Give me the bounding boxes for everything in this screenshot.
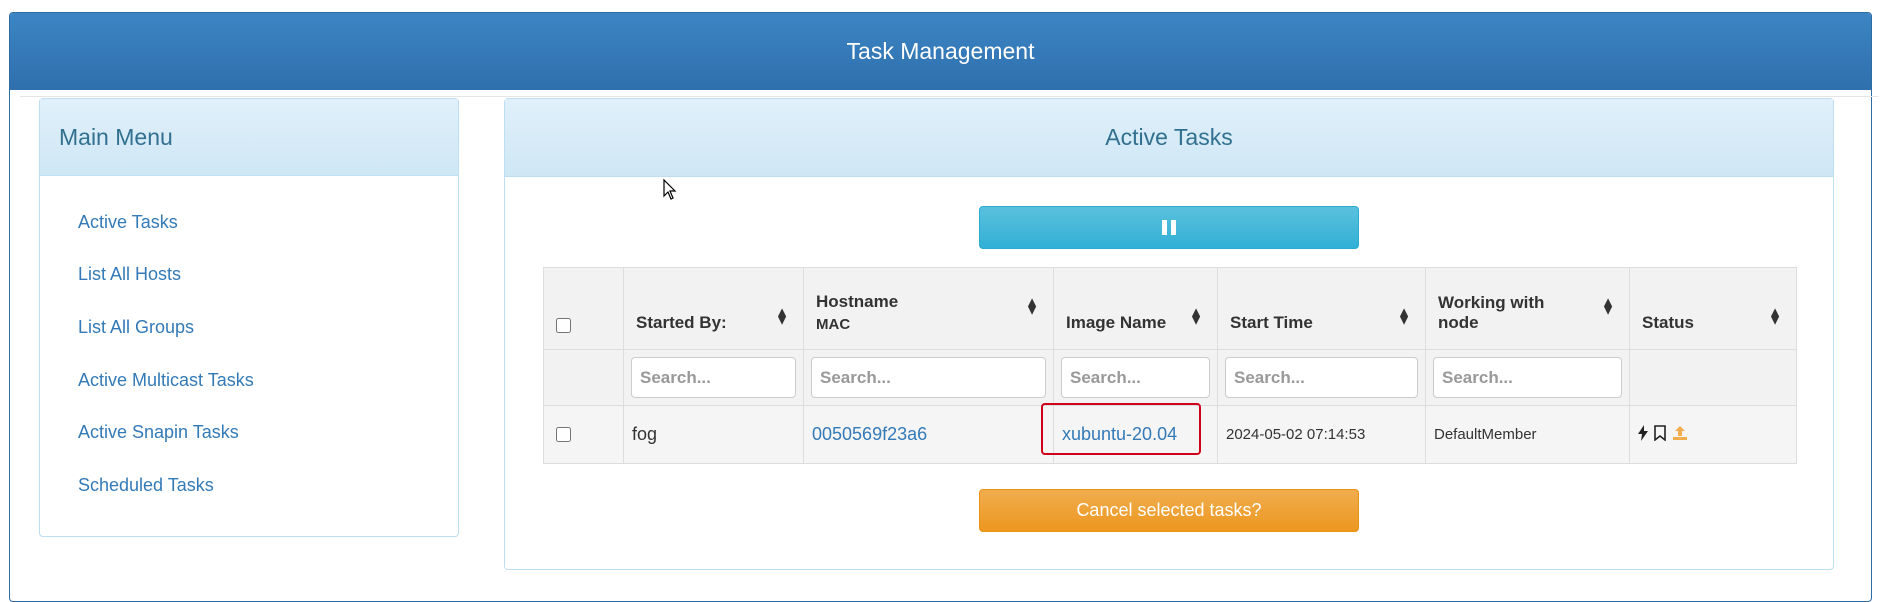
upload-icon (1672, 425, 1688, 445)
search-node-input[interactable] (1433, 357, 1622, 398)
menu-item-active-multicast-tasks: Active Multicast Tasks (40, 354, 458, 407)
sort-icon: ▲ ▼ (1397, 302, 1411, 327)
sort-icon: ▲ ▼ (1768, 302, 1782, 327)
menu-link-list-all-groups[interactable]: List All Groups (78, 317, 194, 338)
main-menu-title: Main Menu (40, 99, 458, 176)
menu-link-active-snapin-tasks[interactable]: Active Snapin Tasks (78, 422, 239, 443)
search-hostname-input[interactable] (811, 357, 1046, 398)
active-tasks-panel: Active Tasks Started By: ▲ ▼ Hostname MAC… (504, 98, 1834, 570)
menu-item-list-all-groups: List All Groups (40, 301, 458, 354)
menu-link-list-all-hosts[interactable]: List All Hosts (78, 264, 181, 285)
divider (20, 96, 1878, 97)
cancel-selected-tasks-button[interactable]: Cancel selected tasks? (979, 489, 1359, 532)
search-cell-empty (1629, 349, 1797, 406)
node-cell: DefaultMember (1425, 405, 1630, 464)
image-name-link[interactable]: xubuntu-20.04 (1062, 424, 1177, 444)
column-label: Working with node (1438, 293, 1545, 332)
column-label: Hostname (816, 292, 899, 311)
column-label: Started By: (636, 313, 727, 332)
page-title: Task Management (10, 13, 1871, 90)
started-by-cell: fog (623, 405, 804, 464)
hostname-cell: 0050569f23a6 (803, 405, 1054, 464)
tasks-table: Started By: ▲ ▼ Hostname MAC ▲ ▼ Image Nam… (543, 267, 1797, 464)
column-start-time[interactable]: Start Time ▲ ▼ (1217, 267, 1426, 350)
sort-icon: ▲ ▼ (1189, 302, 1203, 327)
menu-item-list-all-hosts: List All Hosts (40, 249, 458, 302)
sort-icon: ▲ ▼ (1025, 293, 1039, 318)
search-cell (1425, 349, 1630, 406)
mouse-cursor-icon (663, 179, 677, 200)
bookmark-icon (1654, 424, 1666, 445)
bolt-icon (1638, 424, 1648, 445)
menu-link-scheduled-tasks[interactable]: Scheduled Tasks (78, 475, 214, 496)
search-cell (803, 349, 1054, 406)
start-time-cell: 2024-05-02 07:14:53 (1217, 405, 1426, 464)
menu-item-active-tasks: Active Tasks (40, 196, 458, 249)
sort-icon: ▲ ▼ (775, 302, 789, 327)
sort-icon: ▲ ▼ (1601, 293, 1615, 318)
image-name-cell: xubuntu-20.04 (1041, 403, 1218, 464)
column-label: Status (1642, 313, 1694, 332)
menu-link-active-tasks[interactable]: Active Tasks (78, 212, 178, 233)
status-cell (1629, 405, 1797, 464)
search-start-time-input[interactable] (1225, 357, 1418, 398)
search-cell (623, 349, 804, 406)
hostname-link[interactable]: 0050569f23a6 (812, 424, 927, 444)
row-select-cell (543, 405, 624, 464)
menu-item-scheduled-tasks: Scheduled Tasks (40, 459, 458, 512)
main-menu-list: Active Tasks List All Hosts List All Gro… (40, 176, 458, 512)
menu-link-active-multicast-tasks[interactable]: Active Multicast Tasks (78, 370, 254, 391)
search-image-name-input[interactable] (1061, 357, 1210, 398)
menu-item-active-snapin-tasks: Active Snapin Tasks (40, 406, 458, 459)
column-working-node[interactable]: Working with node ▲ ▼ (1425, 267, 1630, 350)
column-label: Start Time (1230, 313, 1313, 332)
search-cell (1053, 349, 1218, 406)
column-status[interactable]: Status ▲ ▼ (1629, 267, 1797, 350)
table-row: fog 0050569f23a6 xubuntu-20.04 2024-05-0… (543, 403, 1797, 464)
main-menu-panel: Main Menu Active Tasks List All Hosts Li… (39, 98, 459, 537)
search-started-by-input[interactable] (631, 357, 796, 398)
column-hostname[interactable]: Hostname MAC ▲ ▼ (803, 267, 1054, 350)
column-started-by[interactable]: Started By: ▲ ▼ (623, 267, 804, 350)
pause-icon (1162, 220, 1176, 235)
column-sublabel: MAC (816, 316, 851, 333)
search-cell (1217, 349, 1426, 406)
select-all-checkbox[interactable] (556, 318, 571, 333)
row-checkbox[interactable] (556, 427, 571, 442)
select-all-header (543, 267, 624, 350)
search-cell-empty (543, 349, 624, 406)
column-image-name[interactable]: Image Name ▲ ▼ (1053, 267, 1218, 350)
active-tasks-title: Active Tasks (505, 99, 1833, 177)
column-label: Image Name (1066, 313, 1167, 332)
pause-button[interactable] (979, 206, 1359, 249)
